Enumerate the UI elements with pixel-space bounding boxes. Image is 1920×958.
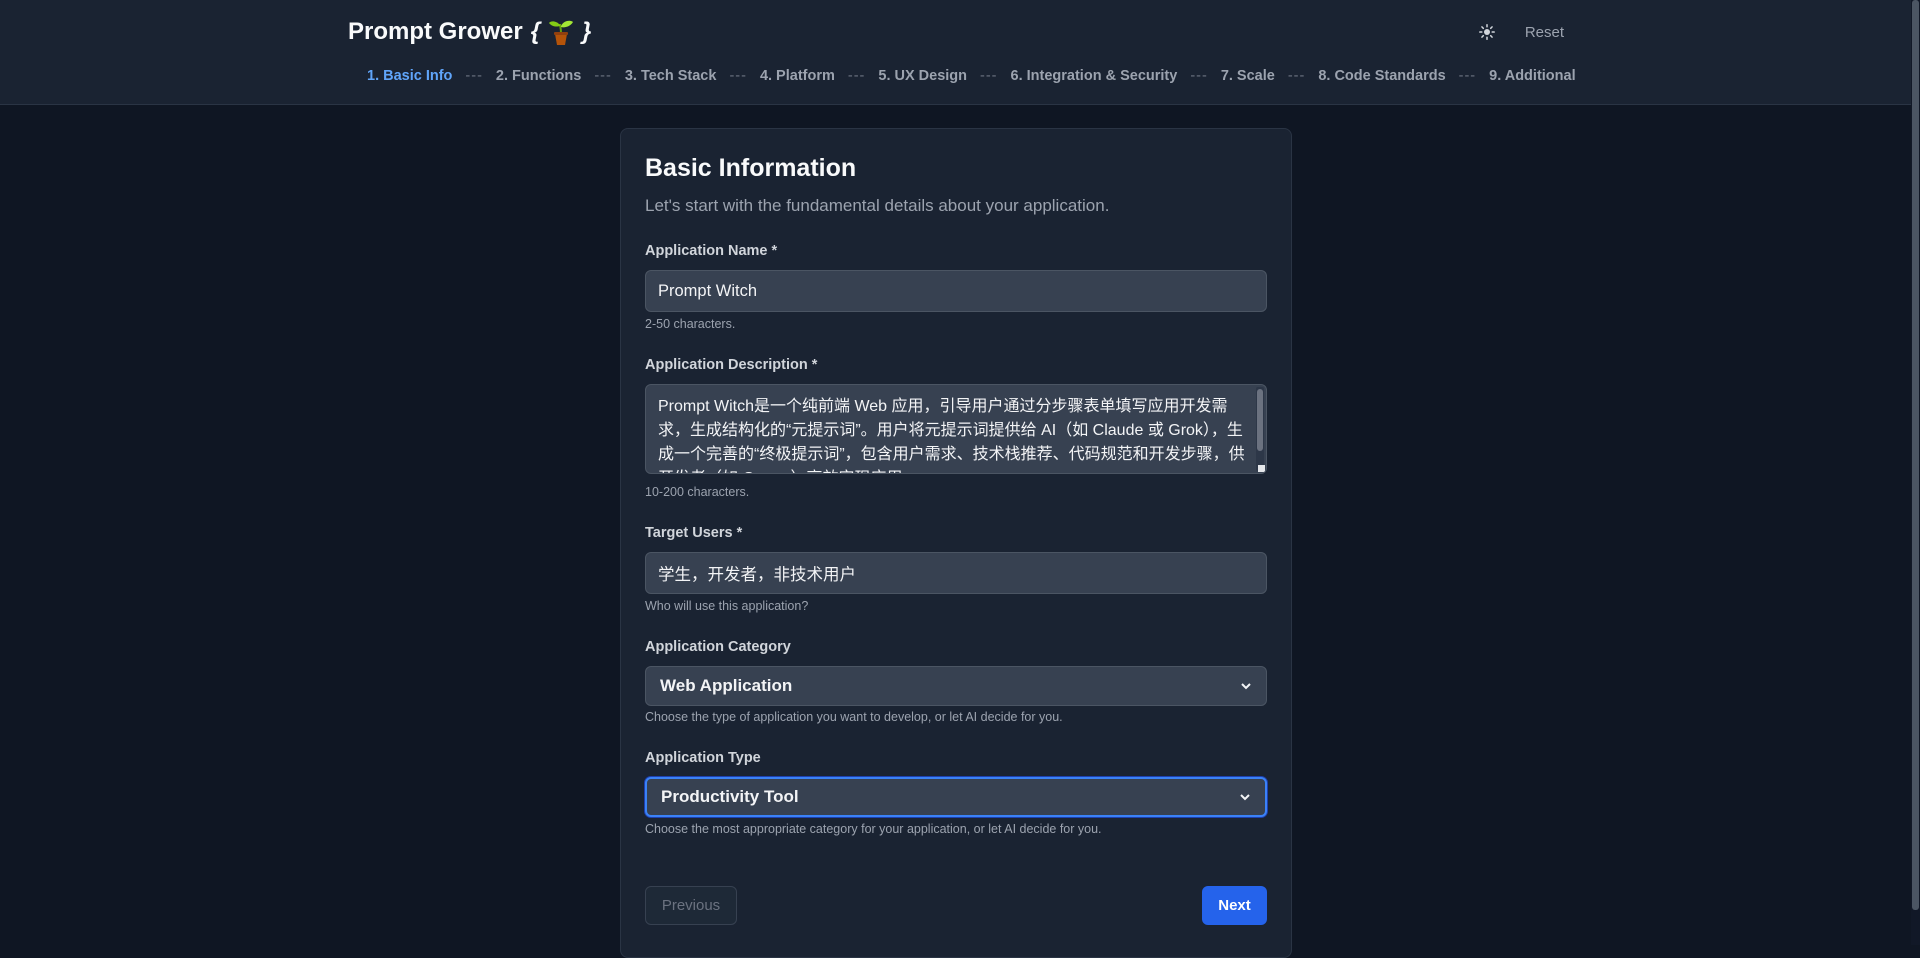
step-separator: ---: [729, 68, 747, 84]
step-separator: ---: [1287, 68, 1306, 84]
sprout-icon: [549, 20, 574, 45]
brace-open: {: [530, 18, 541, 45]
theme-toggle-button[interactable]: [1477, 22, 1497, 42]
brand-logo: { }: [530, 18, 592, 46]
page-scrollbar[interactable]: [1911, 0, 1920, 945]
app-name-label: Application Name *: [645, 243, 778, 259]
previous-button[interactable]: Previous: [645, 886, 737, 925]
target-users-label: Target Users *: [645, 525, 743, 541]
chevron-down-icon: [1241, 683, 1251, 690]
app-type-hint: Choose the most appropriate category for…: [645, 822, 1102, 836]
reset-button[interactable]: Reset: [1525, 24, 1564, 41]
target-users-hint: Who will use this application?: [645, 599, 809, 613]
brace-close: }: [582, 18, 592, 45]
step-tab-7[interactable]: 7. Scale: [1221, 68, 1275, 84]
step-tab-1[interactable]: 1. Basic Info: [367, 68, 452, 84]
resize-handle[interactable]: [1258, 465, 1265, 472]
basic-info-card: Basic Information Let's start with the f…: [620, 128, 1292, 958]
page-scroll-thumb[interactable]: [1912, 0, 1919, 910]
app-description-label: Application Description *: [645, 357, 818, 373]
app-category-label: Application Category: [645, 639, 791, 655]
app-category-select[interactable]: Web Application: [645, 666, 1267, 706]
app-type-label: Application Type: [645, 750, 761, 766]
step-tab-8[interactable]: 8. Code Standards: [1318, 68, 1445, 84]
app-category-hint: Choose the type of application you want …: [645, 710, 1063, 724]
textarea-scroll-thumb[interactable]: [1257, 389, 1263, 451]
step-separator: ---: [980, 68, 998, 84]
section-subtitle: Let's start with the fundamental details…: [645, 196, 1110, 215]
chevron-down-icon: [1240, 794, 1250, 801]
textarea-scrollbar[interactable]: [1256, 387, 1264, 471]
target-users-value: 学生，开发者，非技术用户: [658, 566, 856, 584]
app-brand: Prompt Grower { }: [348, 18, 591, 46]
step-separator: ---: [1458, 68, 1477, 84]
step-tab-2[interactable]: 2. Functions: [496, 68, 581, 84]
next-button[interactable]: Next: [1202, 886, 1267, 925]
section-title: Basic Information: [645, 154, 857, 182]
step-tab-4[interactable]: 4. Platform: [760, 68, 835, 84]
step-separator: ---: [1190, 68, 1208, 84]
top-actions: Reset: [1477, 22, 1564, 42]
step-separator: ---: [847, 68, 866, 84]
step-tab-3[interactable]: 3. Tech Stack: [625, 68, 717, 84]
app-type-select[interactable]: Productivity Tool: [645, 777, 1267, 817]
app-name-value: Prompt Witch: [658, 281, 758, 300]
step-tab-6[interactable]: 6. Integration & Security: [1011, 68, 1178, 84]
app-category-value: Web Application: [660, 676, 793, 695]
app-title: Prompt Grower: [348, 18, 523, 45]
step-separator: ---: [594, 68, 612, 84]
app-name-hint: 2-50 characters.: [645, 317, 736, 331]
step-navigation: 1. Basic Info --- 2. Functions --- 3. Tech S…: [367, 68, 1576, 84]
target-users-input[interactable]: 学生，开发者，非技术用户: [645, 552, 1267, 594]
app-description-value: Prompt Witch是一个纯前端 Web 应用，引导用户通过分步骤表单填写应…: [658, 398, 1245, 473]
step-tab-5[interactable]: 5. UX Design: [878, 68, 967, 84]
sun-icon: [1478, 24, 1495, 40]
app-name-input[interactable]: Prompt Witch: [645, 270, 1267, 312]
app-description-hint: 10-200 characters.: [645, 485, 750, 499]
top-bar: Prompt Grower { } Reset 1. Basic Info --…: [0, 0, 1920, 105]
step-separator: ---: [465, 68, 483, 84]
app-type-value: Productivity Tool: [661, 787, 799, 806]
app-description-textarea[interactable]: Prompt Witch是一个纯前端 Web 应用，引导用户通过分步骤表单填写应…: [645, 384, 1267, 474]
step-tab-9[interactable]: 9. Additional: [1489, 68, 1575, 84]
